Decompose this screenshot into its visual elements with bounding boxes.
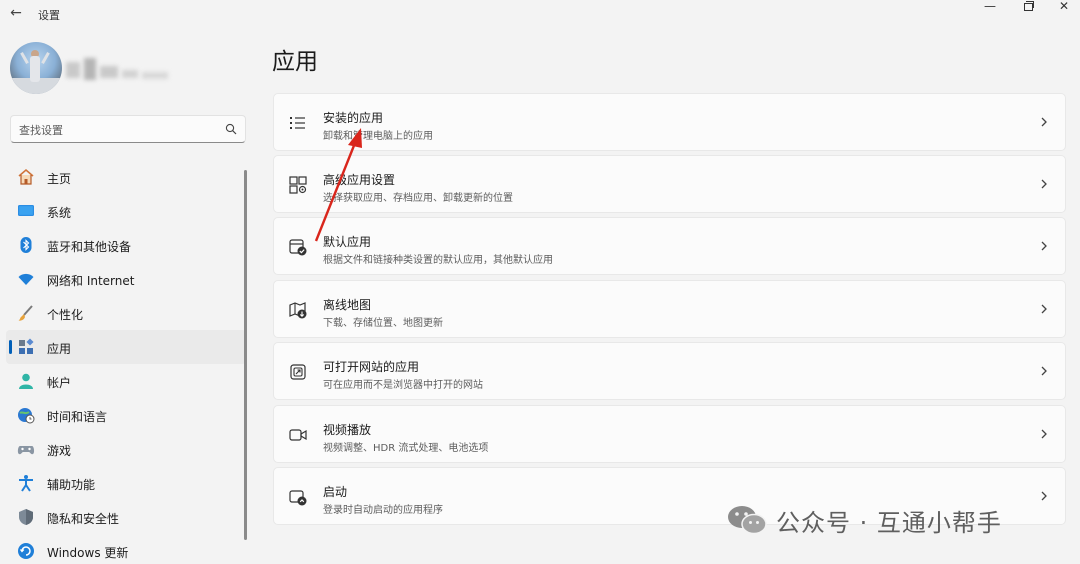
video-playback-icon [289,429,307,441]
wifi-icon [18,273,34,285]
globe-clock-icon [18,408,35,424]
default-apps-icon [289,239,307,256]
restore-icon [1023,1,1034,11]
sidebar-item-windows-update[interactable]: Windows 更新 [6,534,246,564]
apps-icon [19,338,34,354]
system-icon [18,205,34,216]
accessibility-icon [19,475,33,492]
user-name-blurred [66,58,170,84]
home-icon [18,168,34,185]
page-title: 应用 [272,49,318,75]
sidebar-item-accessibility[interactable]: 辅助功能 [6,466,246,500]
apps-for-websites-icon [290,364,306,380]
search-icon[interactable] [225,123,237,135]
sidebar-item-gaming[interactable]: 游戏 [6,432,246,466]
card-description: 根据文件和链接种类设置的默认应用，其他默认应用 [323,255,553,266]
card-advanced-app-settings[interactable]: 高级应用设置 选择获取应用、存档应用、卸载更新的位置 [273,155,1066,213]
installed-apps-icon [290,117,305,129]
card-description: 可在应用而不是浏览器中打开的网站 [323,380,483,391]
card-default-apps[interactable]: 默认应用 根据文件和链接种类设置的默认应用，其他默认应用 [273,217,1066,275]
card-title: 可打开网站的应用 [323,360,420,374]
sidebar-item-bluetooth[interactable]: 蓝牙和其他设备 [6,228,246,262]
chevron-right-icon [1041,117,1047,127]
sidebar-item-time-language[interactable]: 时间和语言 [6,398,246,432]
card-title: 安装的应用 [323,111,384,125]
chevron-right-icon [1041,366,1047,376]
close-button[interactable]: ✕ [1046,0,1080,14]
sidebar-item-system[interactable]: 系统 [6,194,246,228]
back-button[interactable]: ← [8,4,24,22]
sidebar-item-personalization[interactable]: 个性化 [6,296,246,330]
startup-icon [289,490,307,506]
card-video-playback[interactable]: 视频播放 视频调整、HDR 流式处理、电池选项 [273,405,1066,463]
chevron-right-icon [1041,429,1047,439]
card-description: 登录时自动启动的应用程序 [323,505,443,516]
card-description: 下载、存储位置、地图更新 [323,318,443,329]
card-title: 高级应用设置 [323,173,396,187]
selection-indicator [9,340,12,354]
card-description: 卸载和管理电脑上的应用 [323,131,433,142]
advanced-apps-icon [289,176,307,194]
account-icon [19,373,33,389]
card-installed-apps[interactable]: 安装的应用 卸载和管理电脑上的应用 [273,93,1066,151]
sidebar-item-accounts[interactable]: 帐户 [6,364,246,398]
watermark: 公众号 · 互通小帮手 [726,503,1002,537]
sidebar-scrollbar[interactable] [244,170,247,540]
chevron-right-icon [1041,241,1047,251]
sidebar-nav: 主页 系统 蓝牙和其他设备 网络和 Internet 个性化 应用 帐户 时间和… [6,160,246,564]
card-offline-maps[interactable]: 离线地图 下载、存储位置、地图更新 [273,280,1066,338]
search-input[interactable] [19,121,209,139]
card-description: 视频调整、HDR 流式处理、电池选项 [323,443,489,454]
update-icon [18,543,34,559]
wechat-icon [728,506,767,535]
card-description: 选择获取应用、存档应用、卸载更新的位置 [323,193,513,204]
card-title: 启动 [323,485,348,499]
chevron-right-icon [1041,304,1047,314]
sidebar-item-privacy[interactable]: 隐私和安全性 [6,500,246,534]
maximize-button[interactable] [1010,0,1046,14]
brush-icon [18,305,33,321]
card-title: 离线地图 [323,298,372,312]
sidebar-item-home[interactable]: 主页 [6,160,246,194]
bluetooth-icon [20,237,32,253]
sidebar-item-apps[interactable]: 应用 [6,330,246,364]
chevron-right-icon [1041,491,1047,501]
card-title: 默认应用 [323,235,372,249]
watermark-text: 公众号 · 互通小帮手 [776,508,1002,537]
sidebar-item-network[interactable]: 网络和 Internet [6,262,246,296]
search-box[interactable] [10,115,246,143]
shield-icon [19,509,33,525]
card-title: 视频播放 [323,423,372,437]
minimize-button[interactable]: — [972,0,1008,14]
title-bar: ← 设置 — ✕ [0,0,1080,28]
avatar[interactable] [10,42,62,94]
card-apps-for-websites[interactable]: 可打开网站的应用 可在应用而不是浏览器中打开的网站 [273,342,1066,400]
window-title: 设置 [38,9,60,22]
chevron-right-icon [1041,179,1047,189]
gamepad-icon [17,446,35,455]
offline-maps-icon [289,302,307,319]
